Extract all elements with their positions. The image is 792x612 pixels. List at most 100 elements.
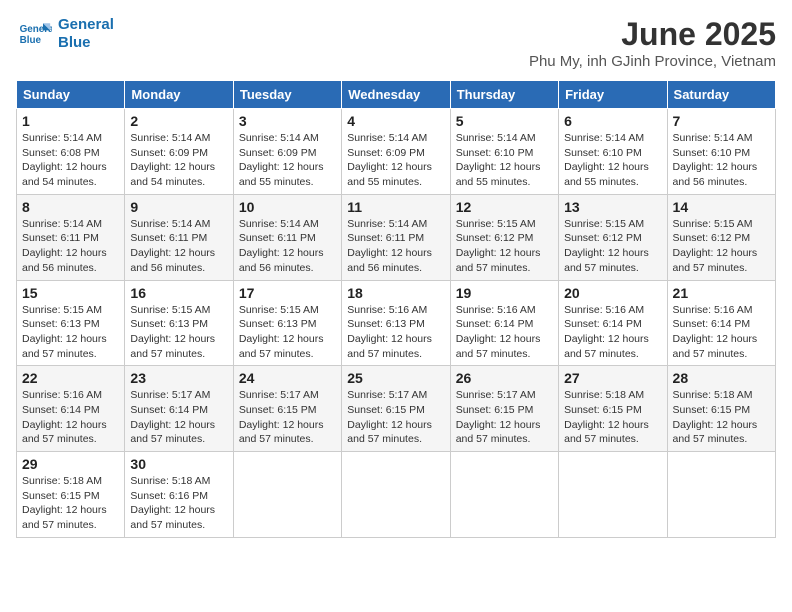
calendar-cell (233, 452, 341, 538)
week-row-1: 1 Sunrise: 5:14 AM Sunset: 6:08 PM Daylig… (17, 109, 776, 195)
day-info: Sunrise: 5:14 AM Sunset: 6:10 PM Dayligh… (673, 131, 770, 190)
calendar-cell: 10 Sunrise: 5:14 AM Sunset: 6:11 PM Dayli… (233, 194, 341, 280)
day-info: Sunrise: 5:16 AM Sunset: 6:14 PM Dayligh… (564, 303, 661, 362)
day-info: Sunrise: 5:15 AM Sunset: 6:13 PM Dayligh… (22, 303, 119, 362)
calendar-cell: 8 Sunrise: 5:14 AM Sunset: 6:11 PM Daylig… (17, 194, 125, 280)
day-info: Sunrise: 5:17 AM Sunset: 6:14 PM Dayligh… (130, 388, 227, 447)
day-number: 9 (130, 199, 227, 215)
day-number: 8 (22, 199, 119, 215)
calendar-cell: 15 Sunrise: 5:15 AM Sunset: 6:13 PM Dayli… (17, 280, 125, 366)
day-number: 25 (347, 370, 444, 386)
day-info: Sunrise: 5:14 AM Sunset: 6:08 PM Dayligh… (22, 131, 119, 190)
day-number: 16 (130, 285, 227, 301)
day-info: Sunrise: 5:15 AM Sunset: 6:12 PM Dayligh… (673, 217, 770, 276)
calendar-cell: 25Sunrise: 5:17 AM Sunset: 6:15 PM Dayli… (342, 366, 450, 452)
month-title: June 2025 (529, 16, 776, 53)
day-number: 7 (673, 113, 770, 129)
calendar-cell: 30 Sunrise: 5:18 AM Sunset: 6:16 PM Dayli… (125, 452, 233, 538)
day-info: Sunrise: 5:15 AM Sunset: 6:12 PM Dayligh… (456, 217, 553, 276)
day-number: 10 (239, 199, 336, 215)
day-number: 3 (239, 113, 336, 129)
calendar-cell: 17 Sunrise: 5:15 AM Sunset: 6:13 PM Dayli… (233, 280, 341, 366)
calendar-cell (342, 452, 450, 538)
day-number: 23 (130, 370, 227, 386)
calendar-cell: 7 Sunrise: 5:14 AM Sunset: 6:10 PM Daylig… (667, 109, 775, 195)
weekday-header-sunday: Sunday (17, 81, 125, 109)
day-info: Sunrise: 5:14 AM Sunset: 6:09 PM Dayligh… (347, 131, 444, 190)
day-number: 14 (673, 199, 770, 215)
weekday-header-thursday: Thursday (450, 81, 558, 109)
day-info: Sunrise: 5:18 AM Sunset: 6:15 PM Dayligh… (22, 474, 119, 533)
week-row-4: 22 Sunrise: 5:16 AM Sunset: 6:14 PM Dayli… (17, 366, 776, 452)
day-info: Sunrise: 5:17 AM Sunset: 6:15 PM Dayligh… (239, 388, 336, 447)
day-info: Sunrise: 5:15 AM Sunset: 6:13 PM Dayligh… (239, 303, 336, 362)
calendar-cell: 6 Sunrise: 5:14 AM Sunset: 6:10 PM Daylig… (559, 109, 667, 195)
day-info: Sunrise: 5:15 AM Sunset: 6:12 PM Dayligh… (564, 217, 661, 276)
day-number: 17 (239, 285, 336, 301)
weekday-header-wednesday: Wednesday (342, 81, 450, 109)
day-info: Sunrise: 5:14 AM Sunset: 6:10 PM Dayligh… (564, 131, 661, 190)
weekday-header-monday: Monday (125, 81, 233, 109)
weekday-header-saturday: Saturday (667, 81, 775, 109)
calendar-cell: 24 Sunrise: 5:17 AM Sunset: 6:15 PM Dayli… (233, 366, 341, 452)
day-info: Sunrise: 5:18 AM Sunset: 6:15 PM Dayligh… (673, 388, 770, 447)
day-info: Sunrise: 5:14 AM Sunset: 6:09 PM Dayligh… (130, 131, 227, 190)
calendar-cell: 2 Sunrise: 5:14 AM Sunset: 6:09 PM Daylig… (125, 109, 233, 195)
day-number: 15 (22, 285, 119, 301)
day-info: Sunrise: 5:16 AM Sunset: 6:14 PM Dayligh… (673, 303, 770, 362)
calendar-cell: 29 Sunrise: 5:18 AM Sunset: 6:15 PM Dayli… (17, 452, 125, 538)
week-row-3: 15 Sunrise: 5:15 AM Sunset: 6:13 PM Dayli… (17, 280, 776, 366)
week-row-2: 8 Sunrise: 5:14 AM Sunset: 6:11 PM Daylig… (17, 194, 776, 280)
calendar-cell: 27Sunrise: 5:18 AM Sunset: 6:15 PM Dayli… (559, 366, 667, 452)
calendar-cell (667, 452, 775, 538)
calendar-cell: 1 Sunrise: 5:14 AM Sunset: 6:08 PM Daylig… (17, 109, 125, 195)
calendar-cell: 3 Sunrise: 5:14 AM Sunset: 6:09 PM Daylig… (233, 109, 341, 195)
day-info: Sunrise: 5:16 AM Sunset: 6:14 PM Dayligh… (22, 388, 119, 447)
day-number: 24 (239, 370, 336, 386)
day-number: 22 (22, 370, 119, 386)
calendar-cell: 9 Sunrise: 5:14 AM Sunset: 6:11 PM Daylig… (125, 194, 233, 280)
day-number: 2 (130, 113, 227, 129)
day-number: 18 (347, 285, 444, 301)
day-info: Sunrise: 5:18 AM Sunset: 6:15 PM Dayligh… (564, 388, 661, 447)
weekday-header-row: SundayMondayTuesdayWednesdayThursdayFrid… (17, 81, 776, 109)
calendar-cell: 14 Sunrise: 5:15 AM Sunset: 6:12 PM Dayli… (667, 194, 775, 280)
day-info: Sunrise: 5:14 AM Sunset: 6:11 PM Dayligh… (239, 217, 336, 276)
header: General Blue General Blue June 2025 Phu … (16, 16, 776, 70)
day-number: 6 (564, 113, 661, 129)
week-row-5: 29 Sunrise: 5:18 AM Sunset: 6:15 PM Dayli… (17, 452, 776, 538)
calendar-cell (559, 452, 667, 538)
svg-text:Blue: Blue (20, 35, 42, 46)
calendar-cell: 13Sunrise: 5:15 AM Sunset: 6:12 PM Dayli… (559, 194, 667, 280)
weekday-header-tuesday: Tuesday (233, 81, 341, 109)
calendar-cell: 5 Sunrise: 5:14 AM Sunset: 6:10 PM Daylig… (450, 109, 558, 195)
calendar-cell: 19Sunrise: 5:16 AM Sunset: 6:14 PM Dayli… (450, 280, 558, 366)
day-info: Sunrise: 5:14 AM Sunset: 6:11 PM Dayligh… (130, 217, 227, 276)
calendar-cell: 26Sunrise: 5:17 AM Sunset: 6:15 PM Dayli… (450, 366, 558, 452)
logo-text: General Blue (58, 16, 114, 52)
day-info: Sunrise: 5:14 AM Sunset: 6:09 PM Dayligh… (239, 131, 336, 190)
calendar-cell: 22 Sunrise: 5:16 AM Sunset: 6:14 PM Dayli… (17, 366, 125, 452)
day-number: 1 (22, 113, 119, 129)
logo: General Blue General Blue (16, 16, 114, 52)
day-number: 30 (130, 456, 227, 472)
day-number: 4 (347, 113, 444, 129)
day-number: 28 (673, 370, 770, 386)
day-number: 5 (456, 113, 553, 129)
day-info: Sunrise: 5:15 AM Sunset: 6:13 PM Dayligh… (130, 303, 227, 362)
day-info: Sunrise: 5:18 AM Sunset: 6:16 PM Dayligh… (130, 474, 227, 533)
day-number: 21 (673, 285, 770, 301)
day-info: Sunrise: 5:14 AM Sunset: 6:11 PM Dayligh… (22, 217, 119, 276)
day-info: Sunrise: 5:14 AM Sunset: 6:10 PM Dayligh… (456, 131, 553, 190)
day-number: 20 (564, 285, 661, 301)
day-number: 29 (22, 456, 119, 472)
calendar-cell (450, 452, 558, 538)
calendar-table: SundayMondayTuesdayWednesdayThursdayFrid… (16, 80, 776, 538)
calendar-cell: 18Sunrise: 5:16 AM Sunset: 6:13 PM Dayli… (342, 280, 450, 366)
day-number: 11 (347, 199, 444, 215)
calendar-cell: 28 Sunrise: 5:18 AM Sunset: 6:15 PM Dayli… (667, 366, 775, 452)
logo-icon: General Blue (16, 16, 52, 52)
day-info: Sunrise: 5:17 AM Sunset: 6:15 PM Dayligh… (456, 388, 553, 447)
day-info: Sunrise: 5:14 AM Sunset: 6:11 PM Dayligh… (347, 217, 444, 276)
calendar-cell: 16 Sunrise: 5:15 AM Sunset: 6:13 PM Dayli… (125, 280, 233, 366)
